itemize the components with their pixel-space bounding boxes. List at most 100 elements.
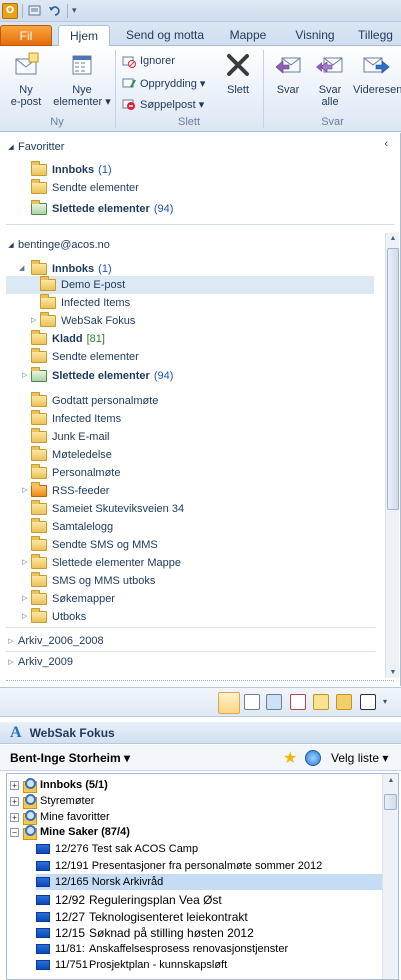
collapse-triangle-icon[interactable]: ◢ (4, 143, 18, 151)
tab-home[interactable]: Hjem (58, 25, 110, 47)
star-icon[interactable]: ★ (283, 748, 297, 768)
refresh-icon[interactable] (305, 750, 321, 766)
tab-addins[interactable]: Tillegg (350, 25, 401, 46)
minimize-pane-icon[interactable]: ‹ (384, 138, 388, 150)
folder-sameiet[interactable]: Sameiet Skuteviksveien 34 (31, 500, 184, 518)
case-title: Prosjektplan - kunnskapsløft (89, 959, 228, 971)
contacts-module-icon[interactable] (266, 694, 282, 710)
case-row[interactable]: 12/92 Reguleringsplan Vea Øst (36, 892, 222, 908)
tab-folder[interactable]: Mappe (218, 25, 278, 46)
favorite-sent[interactable]: Sendte elementer (31, 179, 139, 197)
folder-search-folders[interactable]: Søkemapper (31, 590, 115, 608)
expander-icon[interactable]: ▷ (31, 316, 36, 324)
expander-icon[interactable]: ◢ (19, 264, 24, 272)
shortcuts-module-icon[interactable] (360, 694, 376, 710)
scroll-up-icon[interactable]: ▲ (386, 235, 400, 242)
scroll-down-icon[interactable]: ▼ (386, 669, 400, 676)
tree-node-inbox[interactable]: + Innboks (5/1) (10, 777, 108, 793)
favorite-deleted[interactable]: Slettede elementer (94) (31, 200, 173, 218)
folder-samtalelogg[interactable]: Samtalelogg (31, 518, 113, 536)
expand-triangle-icon[interactable]: ▷ (4, 658, 18, 666)
favorite-inbox[interactable]: Innboks (1) (31, 161, 112, 179)
folder-junk-email[interactable]: Junk E-mail (31, 428, 109, 446)
case-row[interactable]: 12/276 Test sak ACOS Camp (36, 841, 198, 857)
delete-button[interactable]: Slett (220, 50, 256, 96)
tree-node-my-cases[interactable]: − Mine Saker (87/4) (10, 824, 130, 840)
configure-buttons-icon[interactable]: ▾ (383, 697, 387, 706)
folder-infected-items-2[interactable]: Infected Items (31, 410, 121, 428)
folder-slettede-mappe[interactable]: Slettede elementer Mappe (31, 554, 181, 572)
pane-splitter[interactable] (6, 680, 394, 686)
websak-scrollbar[interactable]: ▲ (382, 774, 398, 979)
account-header[interactable]: ◢ bentinge@acos.no (0, 236, 401, 254)
expand-plus-icon[interactable]: + (10, 796, 19, 806)
expander-icon[interactable]: ▷ (22, 612, 27, 620)
scrollbar-thumb[interactable] (387, 248, 399, 510)
folder-websak-fokus[interactable]: WebSak Fokus (40, 312, 135, 330)
ignore-button[interactable]: Ignorer (122, 54, 175, 68)
collapse-triangle-icon[interactable]: ◢ (4, 241, 18, 249)
folder-deleted[interactable]: Slettede elementer (94) (31, 367, 173, 385)
expander-icon[interactable]: ▷ (22, 486, 27, 494)
mail-module-icon[interactable] (218, 692, 240, 714)
folder-infected-items[interactable]: Infected Items (40, 294, 130, 312)
outlook-app-icon[interactable]: O (2, 2, 18, 19)
collapse-minus-icon[interactable]: − (10, 827, 19, 837)
sent-items-icon (31, 179, 47, 194)
cleanup-icon (122, 78, 136, 88)
choose-list-dropdown[interactable]: Velg liste ▾ (331, 751, 388, 765)
folder-drafts[interactable]: Kladd [81] (31, 330, 105, 348)
tree-node-favorites[interactable]: + Mine favoritter (10, 809, 110, 825)
expander-icon[interactable]: ▷ (22, 558, 27, 566)
archive-2009[interactable]: ▷ Arkiv_2009 (0, 653, 401, 671)
send-receive-icon[interactable] (27, 3, 43, 19)
folder-sendte-sms[interactable]: Sendte SMS og MMS (31, 536, 158, 554)
favorites-header[interactable]: ◢ Favoritter (0, 138, 401, 156)
folder-sent[interactable]: Sendte elementer (31, 348, 139, 366)
new-email-button[interactable]: Ny e-post (4, 50, 48, 108)
expand-triangle-icon[interactable]: ▷ (4, 637, 18, 645)
search-folder-icon (22, 794, 37, 809)
expander-icon[interactable]: ▷ (22, 594, 27, 602)
folders-module-icon[interactable] (336, 694, 352, 710)
folder-demo-epost[interactable]: Demo E-post (6, 276, 374, 294)
tab-send-receive[interactable]: Send og motta (116, 25, 214, 46)
customize-qat-icon[interactable]: ▾ (72, 5, 77, 16)
case-id: 11/751 (55, 959, 88, 971)
expand-plus-icon[interactable]: + (10, 780, 19, 790)
scrollbar-thumb[interactable] (384, 794, 397, 810)
scroll-up-icon[interactable]: ▲ (384, 777, 398, 784)
folder-rss-feeds[interactable]: RSS-feeder (31, 482, 109, 500)
reply-all-button[interactable]: Svar alle (310, 50, 350, 108)
tasks-module-icon[interactable] (290, 694, 306, 710)
folder-godtatt-personalmote[interactable]: Godtatt personalmøte (31, 392, 158, 410)
case-row[interactable]: 12/191 Presentasjoner fra personalmøte s… (36, 858, 322, 874)
tree-node-styremoter[interactable]: + Styremøter (10, 793, 94, 809)
case-row[interactable]: 11/81: Anskaffelsesprosess renovasjonstje… (36, 941, 288, 957)
forward-button[interactable]: Videresen (353, 50, 401, 96)
user-dropdown[interactable]: Bent-Inge Storheim ▾ (10, 751, 130, 765)
case-row[interactable]: 12/15 Søknad på stilling høsten 2012 (36, 925, 254, 941)
archive-2006-2008[interactable]: ▷ Arkiv_2006_2008 (0, 632, 401, 650)
reply-button[interactable]: Svar (268, 50, 308, 96)
notes-module-icon[interactable] (313, 694, 329, 710)
nav-scrollbar[interactable]: ▲ ▼ (385, 233, 399, 678)
folder-personalmote[interactable]: Personalmøte (31, 464, 120, 482)
junk-button[interactable]: Søppelpost ▾ (122, 97, 204, 111)
tab-file[interactable]: Fil (0, 25, 52, 46)
case-row[interactable]: 11/751 Prosjektplan - kunnskapsløft (36, 957, 227, 973)
expander-icon[interactable]: ▷ (22, 371, 27, 379)
case-row-selected[interactable]: 12/165 Norsk Arkivråd (36, 874, 382, 890)
folder-outbox[interactable]: Utboks (31, 608, 86, 626)
ignore-icon (122, 56, 136, 68)
new-items-button[interactable]: Nye elementer ▾ (52, 50, 112, 108)
folder-sms-utboks[interactable]: SMS og MMS utboks (31, 572, 155, 590)
cleanup-button[interactable]: Opprydding ▾ (122, 76, 205, 90)
tab-view[interactable]: Visning (282, 25, 348, 46)
case-row[interactable]: 12/27 Teknologisenteret leiekontrakt (36, 909, 248, 925)
folder-moteledelse[interactable]: Møteledelse (31, 446, 112, 464)
undo-icon[interactable] (47, 3, 63, 19)
new-email-icon (15, 52, 39, 75)
expand-plus-icon[interactable]: + (10, 812, 19, 822)
calendar-module-icon[interactable] (244, 694, 260, 710)
